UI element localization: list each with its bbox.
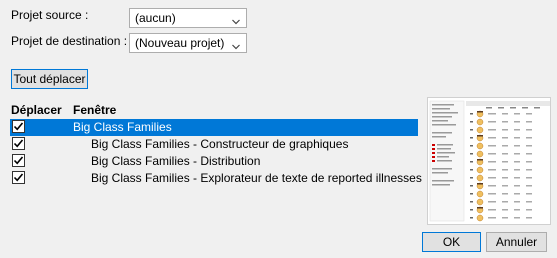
checkmark-icon: [13, 173, 24, 182]
source-project-select[interactable]: (aucun): [129, 8, 247, 28]
window-title: Big Class Families: [73, 120, 172, 134]
dest-project-value: (Nouveau projet): [135, 36, 225, 50]
dest-project-select[interactable]: (Nouveau projet): [129, 33, 247, 53]
chevron-down-icon: [232, 13, 240, 25]
column-header-move: Déplacer: [11, 103, 62, 117]
chevron-down-icon: [232, 38, 240, 50]
preview-image: [429, 100, 550, 222]
table-row[interactable]: Big Class Families: [10, 119, 418, 136]
table-row[interactable]: Big Class Families - Distribution: [10, 153, 418, 170]
move-checkbox[interactable]: [12, 137, 25, 150]
window-preview-thumbnail: [427, 97, 551, 225]
checkmark-icon: [13, 156, 24, 165]
ok-button[interactable]: OK: [422, 232, 481, 252]
dest-project-label: Projet de destination :: [11, 34, 128, 48]
move-checkbox[interactable]: [12, 171, 25, 184]
window-title: Big Class Families - Constructeur de gra…: [91, 137, 349, 151]
move-checkbox[interactable]: [12, 154, 25, 167]
move-checkbox[interactable]: [12, 120, 25, 133]
source-project-value: (aucun): [135, 11, 176, 25]
table-row[interactable]: Big Class Families - Constructeur de gra…: [10, 136, 418, 153]
checkmark-icon: [13, 139, 24, 148]
window-title: Big Class Families - Distribution: [91, 154, 261, 168]
column-header-window: Fenêtre: [73, 103, 117, 117]
move-all-button[interactable]: Tout déplacer: [11, 69, 88, 89]
table-row[interactable]: Big Class Families - Explorateur de text…: [10, 170, 422, 187]
source-project-label: Projet source :: [11, 8, 89, 22]
window-title: Big Class Families - Explorateur de text…: [91, 171, 422, 185]
cancel-button[interactable]: Annuler: [486, 232, 547, 252]
checkmark-icon: [13, 122, 24, 131]
